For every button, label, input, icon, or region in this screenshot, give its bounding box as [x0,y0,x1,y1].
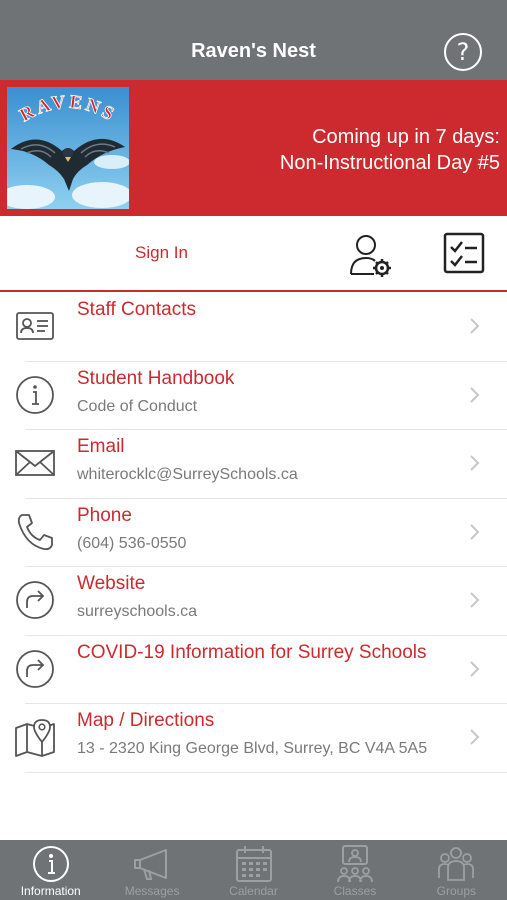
list-item-title: Staff Contacts [77,299,196,320]
list-item-title: Map / Directions [77,710,215,731]
groups-icon [438,847,475,881]
list-item-student-handbook[interactable]: Student Handbook Code of Conduct [0,361,507,430]
list-item-subtitle: 13 - 2320 King George Blvd, Surrey, BC V… [77,740,428,757]
list-item-phone[interactable]: Phone (604) 536-0550 [0,498,507,567]
chevron-right-icon [470,318,480,334]
tab-label: Messages [124,884,180,898]
chevron-right-icon [470,387,480,403]
app-screen: Raven's Nest ? RAVENS Coming up in 7 day… [0,0,507,900]
envelope-icon [14,442,56,484]
upcoming-countdown: Coming up in 7 days: [312,126,500,148]
school-logo: RAVENS [7,87,129,209]
bottom-tab-bar: Information Messages Calendar Classes Gr… [0,840,507,900]
list-item-title: Website [77,573,146,594]
checklist-icon [443,232,485,274]
list-item-email[interactable]: Email whiterocklc@SurreySchools.ca [0,429,507,499]
info-list: Staff Contacts Student Handbook Code of … [0,292,507,773]
chevron-right-icon [470,729,480,745]
megaphone-icon [134,849,168,880]
tab-classes[interactable]: Classes [304,840,405,900]
signin-bar: Sign In [0,216,507,292]
checklist-button[interactable] [442,231,486,275]
user-gear-icon [350,235,391,277]
tab-calendar[interactable]: Calendar [203,840,304,900]
sign-in-link[interactable]: Sign In [135,243,188,263]
chevron-right-icon [470,592,480,608]
tab-label: Calendar [229,884,278,898]
chevron-right-icon [470,524,480,540]
page-title: Raven's Nest [191,40,316,62]
calendar-icon [235,846,272,882]
row-divider [25,771,507,773]
question-mark-icon: ? [456,38,470,66]
map-pin-icon [14,716,56,758]
phone-icon [14,511,56,553]
classes-icon [337,845,373,883]
list-item-subtitle: Code of Conduct [77,397,198,415]
list-item-title: Email [77,436,125,457]
share-arrow-icon [14,579,56,621]
upcoming-event-name: Non-Instructional Day #5 [279,152,500,174]
share-arrow-icon [14,648,56,690]
announcement-banner[interactable]: RAVENS Coming up in 7 days: Non-Instruct… [0,80,507,216]
help-button[interactable]: ? [444,33,482,71]
list-item-subtitle: surreyschools.ca [77,603,198,620]
chevron-right-icon [470,661,480,677]
info-icon [14,374,56,416]
upcoming-event-text: Coming up in 7 days: Non-Instructional D… [280,124,500,176]
list-item-website[interactable]: Website surreyschools.ca [0,566,507,636]
list-item-title: Phone [77,504,132,526]
list-item-staff-contacts[interactable]: Staff Contacts [0,292,507,362]
list-item-title: Student Handbook [77,367,235,389]
list-item-covid-info[interactable]: COVID-19 Information for Surrey Schools [0,635,507,704]
tab-information[interactable]: Information [0,840,101,900]
app-header: Raven's Nest ? [0,0,507,80]
tab-label: Classes [333,884,377,898]
tab-messages[interactable]: Messages [101,840,202,900]
info-icon [32,846,69,882]
list-item-subtitle: whiterocklc@SurreySchools.ca [77,466,298,483]
list-item-subtitle: (604) 536-0550 [77,534,187,552]
tab-label: Groups [436,884,476,898]
list-item-title: COVID-19 Information for Surrey Schools [77,641,427,663]
contact-card-icon [14,305,56,347]
chevron-right-icon [470,455,480,471]
list-item-map-directions[interactable]: Map / Directions 13 - 2320 King George B… [0,703,507,773]
user-settings-button[interactable] [348,232,394,278]
tab-groups[interactable]: Groups [406,840,507,900]
tab-label: Information [20,884,81,898]
